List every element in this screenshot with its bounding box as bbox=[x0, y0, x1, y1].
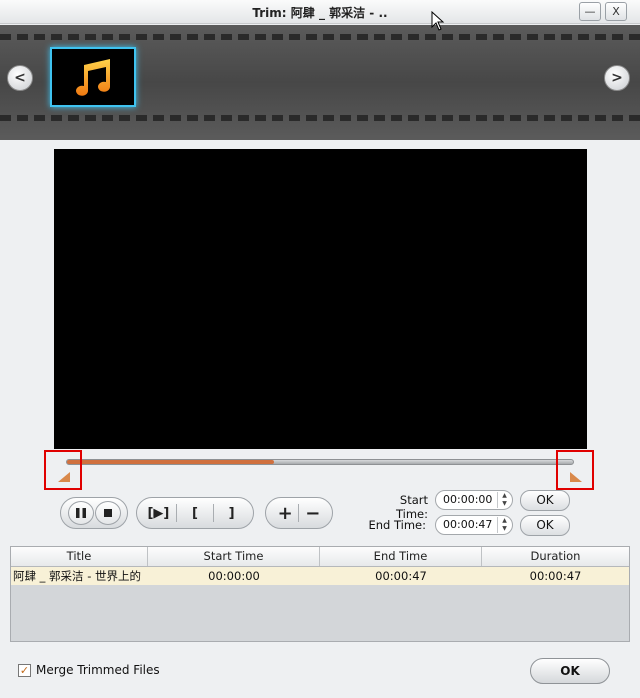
segment-controls: + − bbox=[265, 497, 333, 529]
end-marker-handle[interactable] bbox=[570, 472, 582, 482]
end-time-ok-button[interactable]: OK bbox=[520, 515, 570, 536]
end-time-value: 00:00:47 bbox=[443, 518, 493, 531]
end-time-spin-icon[interactable]: ▲ ▼ bbox=[497, 517, 511, 533]
column-header-title[interactable]: Title bbox=[11, 547, 148, 566]
start-time-value: 00:00:00 bbox=[443, 493, 493, 506]
start-time-ok-button[interactable]: OK bbox=[520, 490, 570, 511]
pause-button[interactable] bbox=[67, 501, 94, 525]
add-segment-button[interactable]: + bbox=[272, 501, 298, 525]
close-button[interactable]: X bbox=[605, 2, 627, 21]
music-note-icon bbox=[76, 59, 110, 96]
window-title: Trim: 阿肆 _ 郭采洁 - .. bbox=[252, 6, 388, 20]
table-row[interactable]: 阿肆 _ 郭采洁 - 世界上的 00:00:00 00:00:47 00:00:… bbox=[11, 567, 629, 585]
pause-icon bbox=[75, 508, 86, 518]
row-title: 阿肆 _ 郭采洁 - 世界上的 bbox=[13, 569, 142, 583]
video-preview bbox=[54, 149, 587, 449]
segment-table: Title Start Time End Time Duration 阿肆 _ … bbox=[10, 546, 630, 642]
column-header-start[interactable]: Start Time bbox=[148, 547, 320, 566]
stop-button[interactable] bbox=[94, 501, 121, 525]
merge-option[interactable]: ✓ Merge Trimmed Files bbox=[18, 663, 160, 677]
start-marker-handle[interactable] bbox=[58, 472, 70, 482]
row-duration: 00:00:47 bbox=[529, 569, 582, 583]
next-file-button[interactable]: > bbox=[604, 65, 630, 91]
prev-file-button[interactable]: < bbox=[7, 65, 33, 91]
start-time-spin-icon[interactable]: ▲ ▼ bbox=[497, 492, 511, 508]
row-end-time: 00:00:47 bbox=[375, 569, 427, 583]
file-thumbnail[interactable] bbox=[50, 47, 136, 107]
playback-controls bbox=[60, 497, 128, 529]
merge-label: Merge Trimmed Files bbox=[36, 663, 160, 677]
set-start-button[interactable]: [ bbox=[182, 501, 208, 525]
marker-controls: [▶] [ ] bbox=[136, 497, 254, 529]
film-perforation-top bbox=[0, 34, 640, 40]
minimize-button[interactable]: — bbox=[579, 2, 601, 21]
ok-button[interactable]: OK bbox=[530, 658, 610, 684]
filmstrip: < > bbox=[0, 25, 640, 140]
film-perforation-bottom bbox=[0, 115, 640, 121]
end-time-field[interactable]: 00:00:47 ▲ ▼ bbox=[435, 515, 513, 535]
column-header-duration[interactable]: Duration bbox=[482, 547, 629, 566]
table-header: Title Start Time End Time Duration bbox=[11, 547, 629, 567]
start-time-field[interactable]: 00:00:00 ▲ ▼ bbox=[435, 490, 513, 510]
column-header-end[interactable]: End Time bbox=[320, 547, 482, 566]
slider-progress bbox=[67, 460, 275, 464]
set-end-button[interactable]: ] bbox=[219, 501, 245, 525]
start-time-label: Start Time: bbox=[395, 493, 428, 521]
play-segment-button[interactable]: [▶] bbox=[145, 501, 171, 525]
divider bbox=[176, 504, 178, 522]
start-marker-highlight bbox=[44, 450, 82, 490]
mouse-cursor-icon bbox=[431, 11, 445, 31]
end-marker-highlight bbox=[556, 450, 594, 490]
end-time-label: End Time: bbox=[368, 518, 426, 532]
row-start-time: 00:00:00 bbox=[208, 569, 260, 583]
stop-icon bbox=[103, 509, 112, 517]
remove-segment-button[interactable]: − bbox=[300, 501, 326, 525]
divider bbox=[212, 504, 214, 522]
title-bar: Trim: 阿肆 _ 郭采洁 - .. — X bbox=[0, 0, 640, 24]
merge-checkbox[interactable]: ✓ bbox=[18, 663, 31, 677]
trim-slider[interactable] bbox=[66, 459, 574, 465]
